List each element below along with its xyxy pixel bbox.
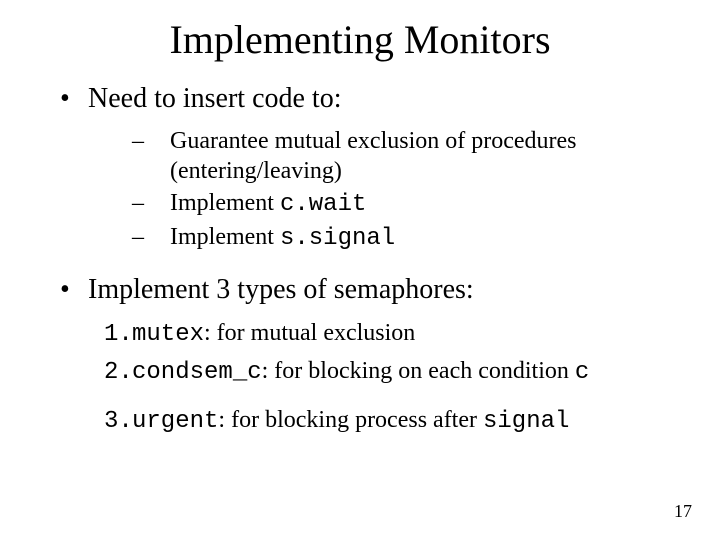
item-rest: : for blocking process after [218, 407, 483, 433]
sub-item: –Guarantee mutual exclusion of procedure… [40, 126, 680, 186]
num-item: 3.urgent: for blocking process after sig… [40, 404, 680, 438]
code-c-wait: c.wait [280, 191, 366, 218]
sub-text: Implement [170, 190, 280, 216]
sub-text: Guarantee mutual exclusion of procedures… [170, 128, 577, 184]
item-number: 2. [104, 357, 132, 389]
num-item: 2.condsem_c: for blocking on each condit… [40, 355, 680, 389]
num-item: 1.mutex: for mutual exclusion [40, 317, 680, 351]
code-condsem-c: condsem_c [132, 359, 262, 386]
sub-text: Implement [170, 224, 280, 250]
slide: Implementing Monitors •Need to insert co… [0, 0, 720, 540]
item-number: 3. [104, 406, 132, 438]
item-rest: : for blocking on each condition [262, 358, 575, 384]
bullet-text: Implement 3 types of semaphores: [88, 274, 474, 305]
numbered-list: 1.mutex: for mutual exclusion 2.condsem_… [40, 317, 680, 438]
bullet-dot-icon: • [60, 81, 88, 116]
dash-icon: – [132, 188, 170, 218]
sub-list-1: –Guarantee mutual exclusion of procedure… [40, 126, 680, 254]
bullet-dot-icon: • [60, 272, 88, 307]
bullet-text: Need to insert code to: [88, 83, 341, 114]
bullet-need-insert-code: •Need to insert code to: [40, 81, 680, 116]
code-urgent: urgent [132, 408, 218, 435]
sub-item: –Implement c.wait [40, 188, 680, 220]
item-rest: : for mutual exclusion [204, 320, 415, 346]
code-s-signal: s.signal [280, 225, 395, 252]
code-signal: signal [483, 408, 569, 435]
bullet-implement-semaphores: •Implement 3 types of semaphores: [40, 272, 680, 307]
dash-icon: – [132, 222, 170, 252]
page-number: 17 [674, 501, 692, 522]
item-number: 1. [104, 319, 132, 351]
code-mutex: mutex [132, 321, 204, 348]
dash-icon: – [132, 126, 170, 156]
code-c: c [575, 359, 589, 386]
slide-title: Implementing Monitors [40, 16, 680, 63]
sub-item: –Implement s.signal [40, 222, 680, 254]
